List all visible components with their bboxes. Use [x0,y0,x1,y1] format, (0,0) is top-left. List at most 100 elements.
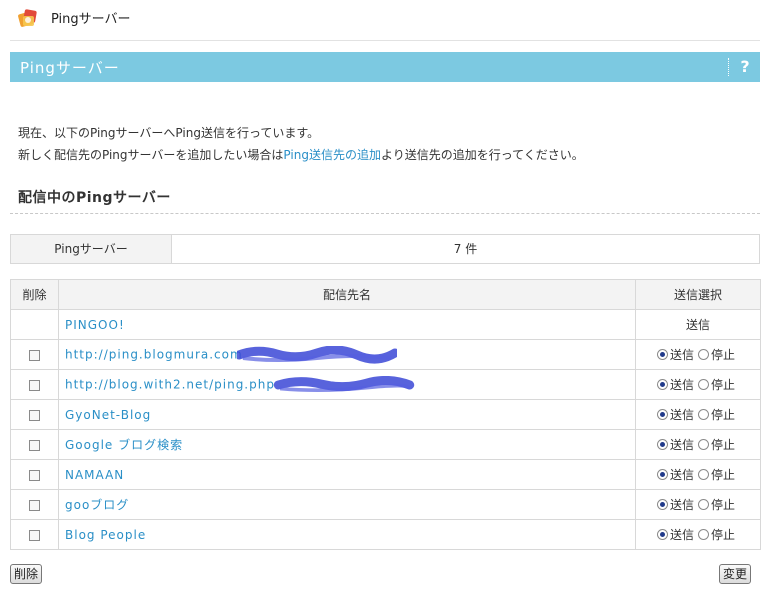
header-divider [10,40,760,41]
server-name-cell: http://ping.blogmura.com [58,339,636,370]
delete-checkbox[interactable] [29,379,40,391]
send-select-cell: 送信 停止 [635,429,761,460]
table-header-row: 削除 配信先名 送信選択 [10,279,761,310]
delete-checkbox[interactable] [29,349,40,361]
delete-cell [10,519,59,550]
description-line-2: 新しく配信先のPingサーバーを追加したい場合はPing送信先の追加より送信先の… [18,144,584,166]
table-row: PINGOO! 送信 [10,309,761,340]
send-select-cell: 送信 停止 [635,399,761,430]
delete-cell [10,399,59,430]
stop-label: 停止 [711,468,736,482]
change-button[interactable]: 変更 [719,564,752,584]
redaction-scribble [236,345,397,363]
section-banner: Pingサーバー ? [10,52,760,82]
server-name-cell: gooブログ [58,489,636,520]
ping-app-icon [18,9,37,27]
send-radio[interactable] [656,439,668,450]
delete-checkbox[interactable] [29,409,40,421]
delete-checkbox[interactable] [29,499,40,511]
send-fixed-cell: 送信 [635,309,761,340]
description-suffix: より送信先の追加を行ってください。 [380,148,584,162]
send-label: 送信 [669,348,694,362]
page-header-title: Pingサーバー [51,12,131,27]
summary-count: 7 件 [453,242,478,256]
ping-server-table: 削除 配信先名 送信選択 PINGOO! 送信 http://ping.blog… [10,279,761,550]
send-select-cell: 送信 停止 [635,369,761,400]
header-name: 配信先名 [58,279,636,310]
server-name-link[interactable]: Blog People [65,528,146,542]
table-row: GyoNet-Blog 送信 停止 [10,399,761,430]
table-row: NAMAAN 送信 停止 [10,459,761,490]
send-label: 送信 [669,378,694,392]
server-name-cell: PINGOO! [58,309,636,340]
description: 現在、以下のPingサーバーへPing送信を行っています。 新しく配信先のPin… [18,122,584,166]
description-prefix: 新しく配信先のPingサーバーを追加したい場合は [18,148,284,162]
send-select-cell: 送信 停止 [635,489,761,520]
server-name-cell: GyoNet-Blog [58,399,636,430]
stop-radio[interactable] [698,529,709,540]
delete-cell [10,429,59,460]
top-bar: Pingサーバー [0,0,777,36]
server-name-link[interactable]: gooブログ [65,498,129,512]
header-delete: 削除 [10,279,59,310]
send-label: 送信 [669,498,694,512]
send-radio[interactable] [656,379,668,390]
delete-cell-empty [10,309,59,340]
stop-label: 停止 [711,408,736,422]
delete-cell [10,369,59,400]
stop-radio[interactable] [698,349,709,360]
summary-label: Pingサーバー [11,235,172,263]
banner-separator [728,58,729,76]
send-radio[interactable] [656,409,668,420]
stop-label: 停止 [711,378,736,392]
table-row: http://ping.blogmura.com 送信 停止 [10,339,761,370]
stop-label: 停止 [711,498,736,512]
send-label: 送信 [669,468,694,482]
stop-radio[interactable] [698,409,709,420]
send-select-cell: 送信 停止 [635,339,761,370]
delete-checkbox[interactable] [29,469,40,481]
summary-table: Pingサーバー 7 件 [10,234,760,264]
send-select-cell: 送信 停止 [635,519,761,550]
server-name-link[interactable]: PINGOO! [65,318,125,332]
server-name-cell: http://blog.with2.net/ping.php [58,369,636,400]
server-name-link[interactable]: NAMAAN [65,468,124,482]
stop-radio[interactable] [698,379,709,390]
delete-button[interactable]: 削除 [10,564,43,584]
delete-cell [10,459,59,490]
delete-checkbox[interactable] [29,529,40,541]
stop-radio[interactable] [698,499,709,510]
send-radio[interactable] [656,529,668,540]
stop-radio[interactable] [698,469,709,480]
server-name-link[interactable]: GyoNet-Blog [65,408,151,422]
table-row: Google ブログ検索 送信 停止 [10,429,761,460]
delete-cell [10,339,59,370]
delete-checkbox[interactable] [29,439,40,451]
redaction-scribble [273,375,415,392]
send-label: 送信 [669,528,694,542]
send-label: 送信 [669,408,694,422]
server-name-link[interactable]: http://ping.blogmura.com [65,347,243,361]
send-select-cell: 送信 停止 [635,459,761,490]
stop-label: 停止 [711,528,736,542]
table-row: Blog People 送信 停止 [10,519,761,550]
send-radio[interactable] [656,499,668,510]
server-name-link[interactable]: Google ブログ検索 [65,438,183,452]
banner-title: Pingサーバー [20,59,120,77]
section-title: 配信中のPingサーバー [18,190,171,206]
server-name-cell: Blog People [58,519,636,550]
stop-radio[interactable] [698,439,709,450]
header-select: 送信選択 [635,279,761,310]
send-radio[interactable] [656,349,668,360]
section-divider [10,213,760,214]
server-name-cell: Google ブログ検索 [58,429,636,460]
server-name-cell: NAMAAN [58,459,636,490]
send-label: 送信 [669,438,694,452]
server-name-link[interactable]: http://blog.with2.net/ping.php [65,377,275,391]
help-icon[interactable]: ? [734,56,756,78]
send-radio[interactable] [656,469,668,480]
stop-label: 停止 [711,438,736,452]
description-line-1: 現在、以下のPingサーバーへPing送信を行っています。 [18,126,320,140]
add-ping-destination-link[interactable]: Ping送信先の追加 [283,148,381,162]
table-row: http://blog.with2.net/ping.php 送信 停止 [10,369,761,400]
